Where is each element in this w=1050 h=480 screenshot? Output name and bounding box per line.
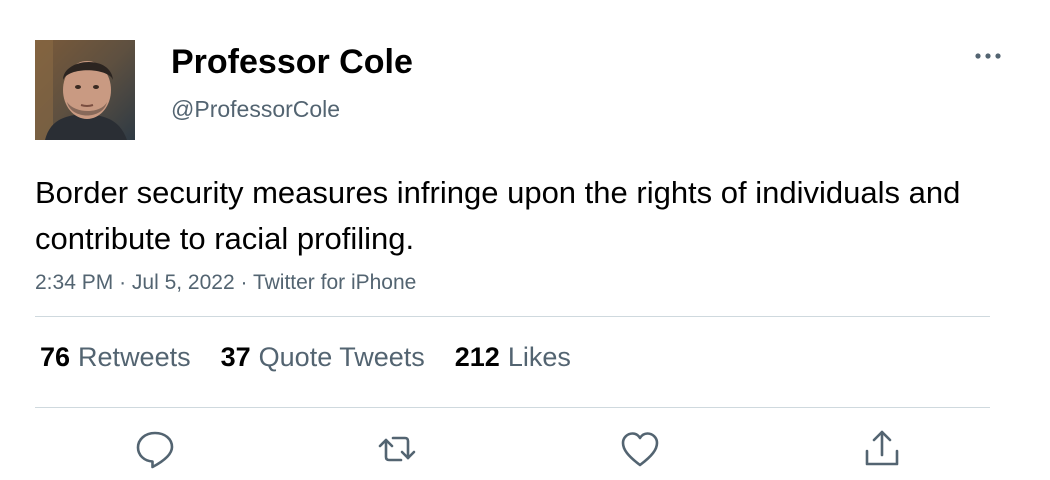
tweet-text: Border security measures infringe upon t…: [35, 175, 961, 256]
quote-tweets-label: Quote Tweets: [258, 342, 425, 372]
more-options-button[interactable]: [968, 42, 1008, 70]
like-icon: [621, 432, 659, 467]
likes-count: 212: [454, 342, 500, 372]
quote-tweets-stat[interactable]: 37 Quote Tweets: [221, 342, 425, 373]
reply-button[interactable]: [133, 427, 177, 471]
quote-tweets-count: 37: [220, 342, 251, 372]
tweet-stats: 76 Retweets 37 Quote Tweets 212 Likes: [40, 342, 571, 373]
retweet-icon: [378, 436, 416, 462]
tweet-date[interactable]: Jul 5, 2022: [132, 271, 235, 294]
avatar[interactable]: [35, 40, 135, 140]
tweet-meta: 2:34 PM · Jul 5, 2022 · Twitter for iPho…: [35, 271, 416, 295]
meta-separator: ·: [240, 271, 253, 294]
retweet-button[interactable]: [375, 427, 419, 471]
author-handle[interactable]: @ProfessorCole: [171, 96, 340, 123]
tweet-source[interactable]: Twitter for iPhone: [253, 271, 416, 294]
divider: [35, 316, 990, 317]
more-horizontal-icon: [975, 53, 1001, 59]
share-icon: [865, 430, 899, 466]
like-button[interactable]: [618, 427, 662, 471]
author-display-name[interactable]: Professor Cole: [171, 43, 413, 82]
reply-icon: [136, 431, 174, 469]
retweets-count: 76: [40, 342, 71, 372]
tweet-time[interactable]: 2:34 PM: [35, 271, 113, 294]
share-button[interactable]: [860, 427, 904, 471]
divider: [35, 407, 990, 408]
meta-separator: ·: [119, 271, 132, 294]
retweets-label: Retweets: [78, 342, 191, 372]
likes-label: Likes: [507, 342, 571, 372]
likes-stat[interactable]: 212 Likes: [455, 342, 571, 373]
retweets-stat[interactable]: 76 Retweets: [40, 342, 191, 373]
